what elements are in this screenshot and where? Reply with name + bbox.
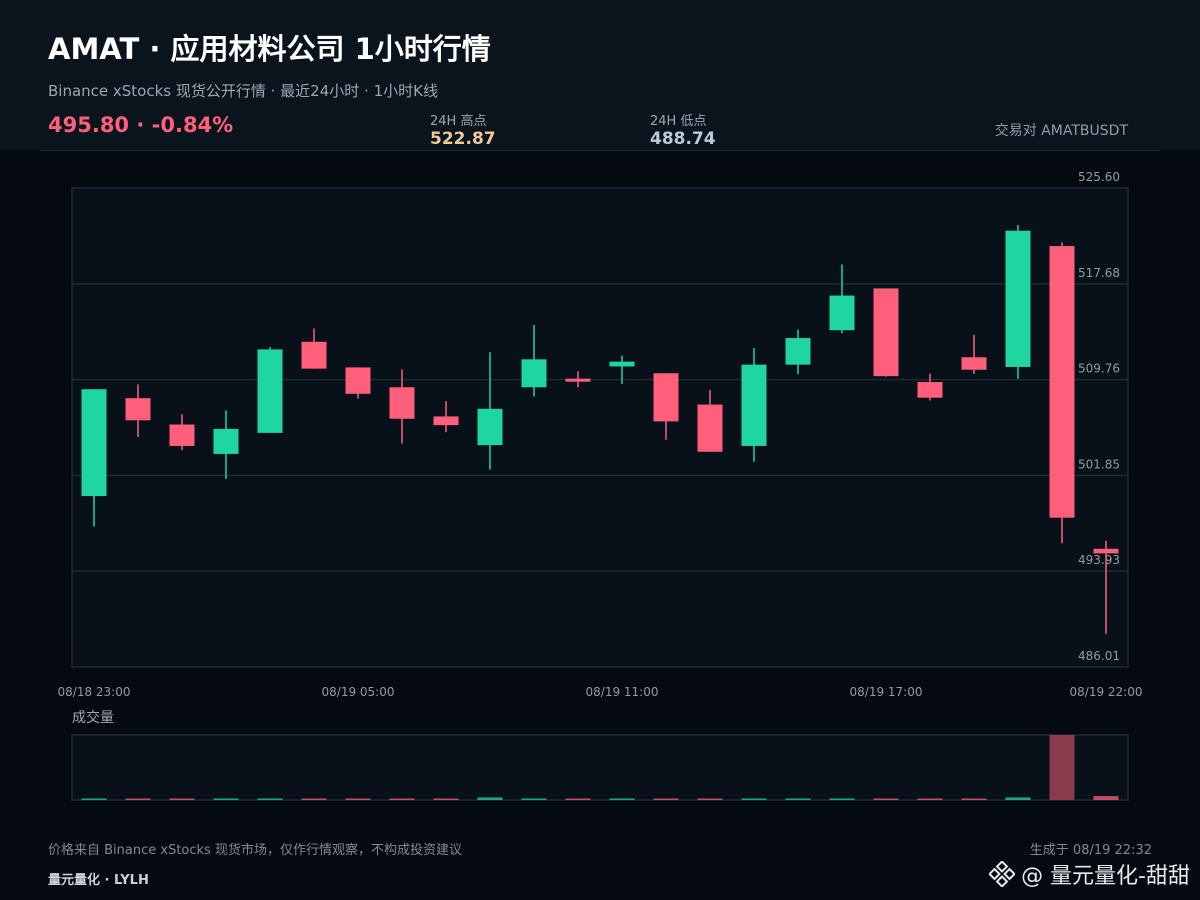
candle-body: [1005, 230, 1031, 367]
volume-bar: [521, 798, 547, 800]
candle-body: [829, 295, 855, 331]
candle-body: [609, 361, 635, 367]
candle-body: [301, 341, 327, 369]
volume-bar: [1093, 796, 1119, 800]
volume-frame: [71, 734, 1129, 801]
candle-body: [1093, 548, 1119, 554]
watermark: @ 量元量化-甜甜: [989, 858, 1190, 890]
candle-body: [697, 404, 723, 452]
disclaimer: 价格来自 Binance xStocks 现货市场，仅作行情观察，不构成投资建议: [48, 843, 462, 858]
volume-bar: [169, 798, 195, 800]
volume-bar: [741, 798, 767, 800]
candle-body: [345, 367, 371, 394]
y-tick-label: 501.85: [1078, 457, 1120, 471]
x-tick-label: 08/19 05:00: [322, 685, 395, 699]
candle-body: [653, 373, 679, 422]
y-tick-label: 517.68: [1078, 266, 1120, 280]
candlestick-chart: 525.60 517.68 509.76 501.85 493.93 486.01 08/1…: [58, 170, 1143, 801]
volume-bar: [389, 798, 415, 800]
volume-bar: [785, 798, 811, 800]
volume-bar: [1005, 797, 1031, 800]
volume-bar: [301, 798, 327, 800]
brand-label: 量元量化 · LYLH: [48, 873, 149, 888]
candle-body: [741, 364, 767, 446]
y-tick-label: 493.93: [1078, 553, 1120, 567]
x-tick-label: 08/19 17:00: [850, 685, 923, 699]
x-tick-label: 08/19 22:00: [1070, 685, 1143, 699]
y-tick-label: 509.76: [1078, 362, 1120, 376]
candle-body: [785, 338, 811, 365]
volume-bar: [961, 798, 987, 800]
y-tick-label: 525.60: [1078, 170, 1120, 184]
x-tick-label: 08/19 11:00: [586, 685, 659, 699]
volume-bar: [213, 798, 239, 800]
candle-body: [565, 378, 591, 382]
volume-bar: [697, 798, 723, 800]
generated-time: 生成于 08/19 22:32: [1029, 843, 1152, 858]
watermark-text: @ 量元量化-甜甜: [1021, 864, 1190, 889]
volume-bar: [873, 798, 899, 800]
volume-bar: [477, 797, 503, 800]
candle-body: [917, 382, 943, 398]
candle-body: [389, 387, 415, 419]
candle-body: [433, 416, 459, 426]
x-tick-label: 08/18 23:00: [58, 685, 131, 699]
binance-logo-icon: [989, 861, 1016, 887]
candle-body: [257, 349, 283, 433]
volume-bar: [917, 798, 943, 800]
plot-frame: [71, 187, 1129, 668]
volume-bar: [609, 798, 635, 800]
y-tick-label: 486.01: [1078, 649, 1120, 663]
volume-bar: [653, 798, 679, 800]
candle-body: [961, 357, 987, 370]
candle-body: [169, 424, 195, 446]
candle-body: [213, 428, 239, 454]
volume-bar: [257, 798, 283, 800]
volume-bar: [81, 798, 107, 800]
candle-body: [873, 288, 899, 377]
volume-bar: [345, 798, 371, 800]
volume-bar: [125, 798, 151, 800]
volume-bar: [829, 798, 855, 800]
volume-bar: [1049, 735, 1075, 800]
volume-bar: [565, 798, 591, 800]
candle-body: [477, 408, 503, 446]
candle-body: [81, 389, 107, 497]
volume-title: 成交量: [72, 709, 114, 726]
volume-bar: [433, 798, 459, 800]
candle-body: [1049, 246, 1075, 518]
candle-body: [521, 359, 547, 388]
candle-body: [125, 398, 151, 421]
